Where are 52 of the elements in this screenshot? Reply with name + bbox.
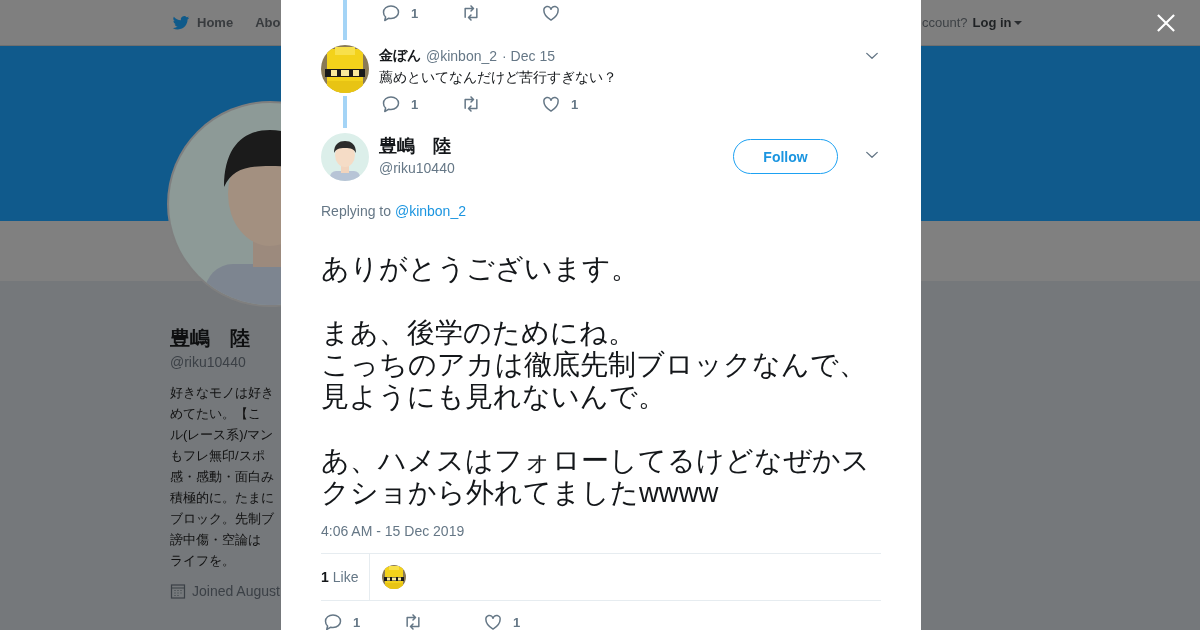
pixel-avatar-icon[interactable] [382,565,407,589]
bio-text: もフレ無印/スポ [170,447,266,465]
bio-text: 謗中傷・空論は [170,531,262,549]
reply-count: 1 [411,96,419,112]
author-name[interactable]: 豊嶋 陸 [379,134,455,158]
bio-text: めてたい。【こ [170,405,262,423]
nav-link[interactable]: Abo [255,15,281,30]
home-link[interactable]: Home [171,13,234,32]
joined-date: Joined August [192,583,280,599]
mention-link[interactable]: @kinbon_2 [394,203,466,219]
follow-button[interactable]: Follow [733,139,838,174]
tweet-text: こっちのアカは徹底先制ブロックなんで、見ようにも見れないんで。 [321,349,868,413]
tweet-text: ありがとうございます。 [321,253,640,285]
bio-text: 積極的に。たまに [170,489,275,507]
tweet-text: まあ、後学のためにね。 [321,317,637,349]
login-dropdown[interactable]: Log in [972,15,1022,30]
author-handle[interactable]: @kinbon_2 [426,48,498,64]
like-count: 1 [513,614,521,630]
tweet-text: あ、ハメスはフォローしてるけどなぜかスクショから外れてましたwwww [321,445,871,509]
reply-count: 1 [411,5,419,21]
calendar-icon [170,583,186,599]
like-count: 1 [571,96,579,112]
reply-icon[interactable] [381,3,401,23]
tweet-date[interactable]: · Dec 15 [502,48,555,64]
author-name[interactable]: 金ぼん [379,47,421,65]
retweet-icon[interactable] [461,3,481,23]
caret-icon [1013,18,1022,27]
bio-text: ル(レース系)/マン [170,426,275,444]
bio-text: 好きなモノは好き [170,384,275,402]
like-icon[interactable] [483,612,503,630]
bio-text: ブロック。先制ブ [170,510,275,528]
close-icon[interactable] [1157,14,1175,32]
bird-icon [171,13,191,32]
avatar-icon[interactable] [321,133,369,181]
like-icon[interactable] [541,94,561,114]
reply-icon[interactable] [323,612,343,630]
replying-to-text: Replying to @kinbon_2 [321,202,467,221]
likes-count-link[interactable]: 1 Like [321,554,371,600]
reply-icon[interactable] [381,94,401,114]
author-handle[interactable]: @riku10440 [379,158,455,178]
retweet-icon[interactable] [461,94,481,114]
pixel-avatar-icon[interactable] [321,45,369,93]
like-icon[interactable] [541,3,561,23]
profile-handle: @riku10440 [170,354,247,370]
account-prompt: ccount? [922,15,968,30]
tweet-text: 薦めといてなんだけど苦行すぎない？ [379,68,618,87]
bio-text: ライフを。 [170,552,236,570]
retweet-icon[interactable] [403,612,423,630]
reply-count: 1 [353,614,361,630]
profile-name: 豊嶋 陸 [170,326,251,351]
tweet-timestamp: 4:06 AM - 15 Dec 2019 [321,522,466,541]
bio-text: 感・感動・面白み [170,468,275,486]
